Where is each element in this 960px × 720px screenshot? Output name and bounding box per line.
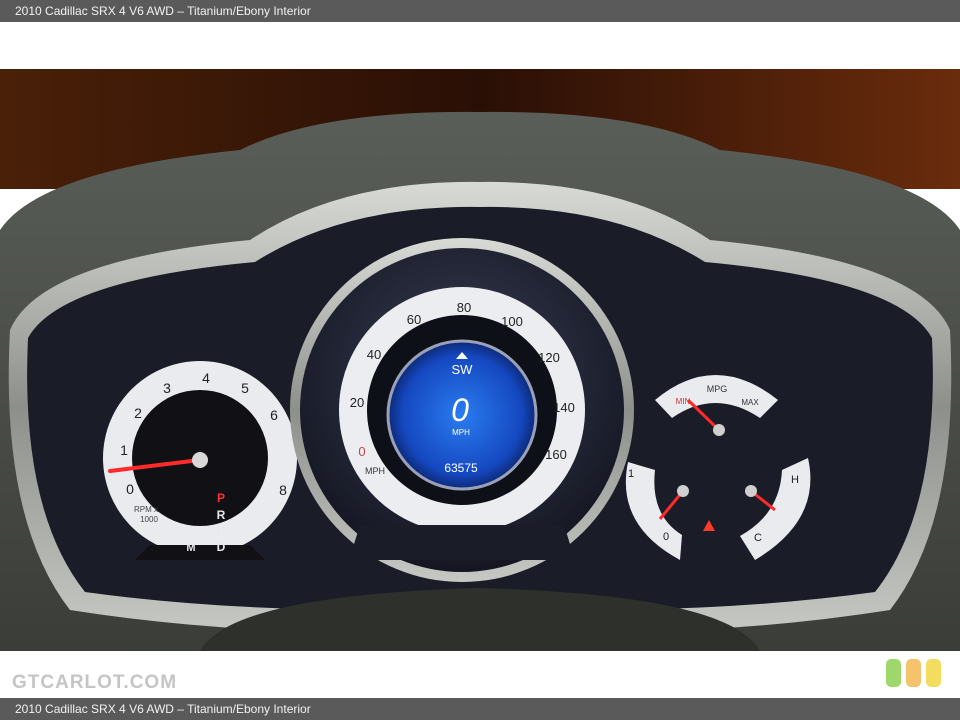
mpg-max-label: MAX — [741, 398, 759, 407]
tach-tick-5: 5 — [241, 380, 249, 396]
caption-text-bottom: 2010 Cadillac SRX 4 V6 AWD – Titanium/Eb… — [15, 702, 311, 716]
tach-tick-3: 3 — [163, 380, 171, 396]
gear-n: N — [217, 524, 226, 538]
temp-hot-label: H — [791, 474, 799, 486]
speedometer: 0 20 40 60 80 100 120 140 160 MPH SW 0 M… — [290, 238, 634, 582]
speedo-tick-100: 100 — [501, 314, 523, 329]
speedo-tick-140: 140 — [553, 400, 575, 415]
speedo-tick-120: 120 — [538, 350, 560, 365]
tach-tick-0: 0 — [126, 481, 134, 497]
speedo-tick-60: 60 — [407, 312, 421, 327]
tach-tick-6: 6 — [270, 407, 278, 423]
caption-bar-top: 2010 Cadillac SRX 4 V6 AWD – Titanium/Eb… — [0, 0, 960, 22]
caption-text: 2010 Cadillac SRX 4 V6 AWD – Titanium/Eb… — [15, 4, 311, 18]
tach-tick-8: 8 — [279, 482, 287, 498]
rating-dot-orange — [906, 659, 921, 687]
rating-dot-yellow — [926, 659, 941, 687]
instrument-cluster-photo: 0 1 2 3 4 5 6 8 RPM x 1000 P R N D M 0 2… — [0, 69, 960, 651]
gear-r: R — [217, 508, 226, 522]
site-watermark: GTCARLOT.COM — [12, 672, 178, 693]
speedo-tick-0: 0 — [358, 444, 365, 459]
tach-unit-line1: RPM x — [134, 505, 158, 514]
gear-d: D — [217, 540, 226, 554]
tach-unit-line2: 1000 — [140, 515, 158, 524]
temp-cold-label: C — [754, 532, 762, 544]
mpg-label: MPG — [707, 384, 728, 394]
odometer-reading: 63575 — [444, 461, 478, 475]
compass-heading: SW — [452, 362, 474, 377]
speedo-tick-160: 160 — [545, 447, 567, 462]
gear-p: P — [217, 491, 225, 505]
fuel-full-label: 1 — [628, 468, 634, 480]
speedo-tick-20: 20 — [350, 395, 364, 410]
display-speed-unit: MPH — [452, 428, 470, 437]
digital-speed: 0 — [451, 392, 469, 428]
fuel-empty-label: 0 — [663, 531, 669, 543]
speedo-tick-80: 80 — [457, 300, 471, 315]
rating-dot-green — [886, 659, 901, 687]
speedo-tick-40: 40 — [367, 347, 381, 362]
tach-tick-2: 2 — [134, 405, 142, 421]
tach-tick-4: 4 — [202, 370, 210, 386]
manual-mode-m: M — [186, 542, 195, 554]
caption-bar-bottom: 2010 Cadillac SRX 4 V6 AWD – Titanium/Eb… — [0, 698, 960, 720]
speed-unit-label: MPH — [365, 466, 385, 476]
tach-tick-1: 1 — [120, 442, 128, 458]
